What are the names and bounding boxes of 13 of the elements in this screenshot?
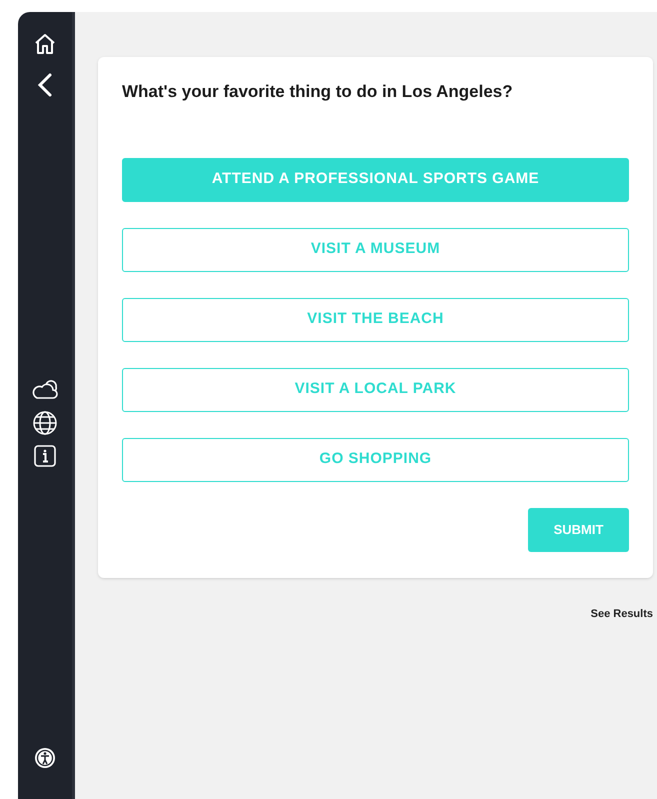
info-icon[interactable] bbox=[33, 444, 57, 468]
answer-option[interactable]: GO SHOPPING bbox=[122, 438, 629, 482]
cloud-icon[interactable] bbox=[31, 378, 59, 400]
question-text: What's your favorite thing to do in Los Angeles? bbox=[122, 81, 514, 103]
answer-option[interactable]: VISIT THE BEACH bbox=[122, 298, 629, 342]
answer-option[interactable]: VISIT A LOCAL PARK bbox=[122, 368, 629, 412]
see-results-link[interactable]: See Results bbox=[590, 606, 653, 622]
answer-option[interactable]: ATTEND A PROFESSIONAL SPORTS GAME bbox=[122, 158, 629, 202]
submit-button[interactable]: SUBMIT bbox=[528, 508, 629, 552]
answer-option[interactable]: VISIT A MUSEUM bbox=[122, 228, 629, 272]
globe-icon[interactable] bbox=[32, 410, 58, 436]
accessibility-icon[interactable] bbox=[34, 747, 56, 769]
home-icon[interactable] bbox=[33, 32, 57, 56]
